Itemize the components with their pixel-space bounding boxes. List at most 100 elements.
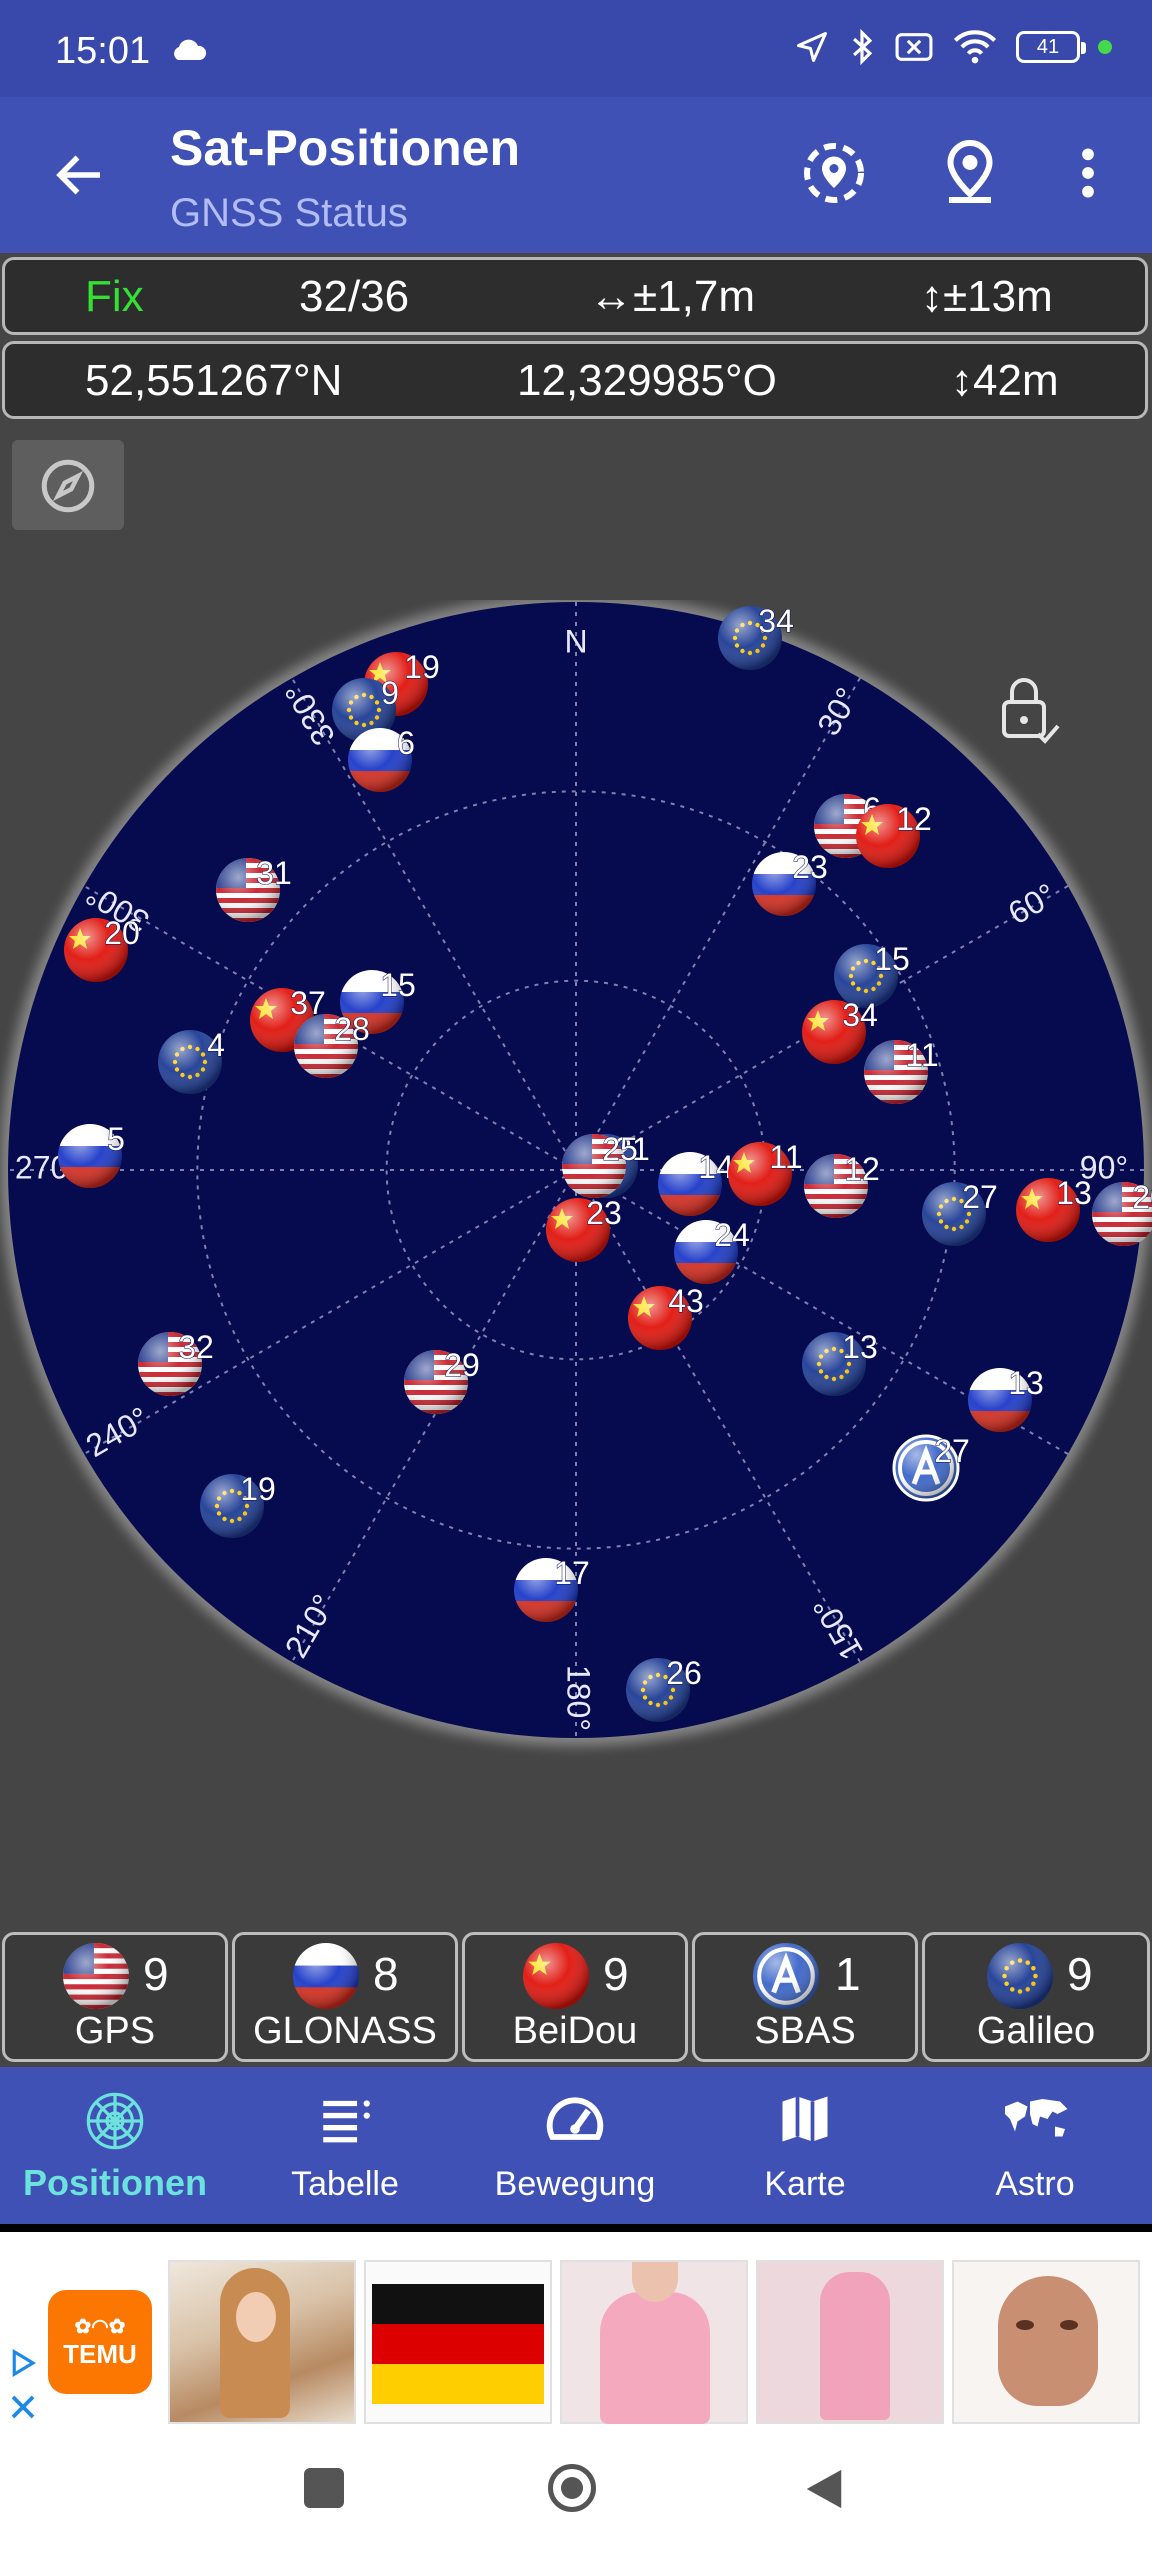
vertical-accuracy: ↕±13m [921, 272, 1053, 321]
nav-tabelle[interactable]: Tabelle [230, 2067, 460, 2224]
satellite-id: 34 [842, 997, 878, 1033]
horizontal-accuracy: ↔±1,7m [589, 272, 755, 321]
nav-label: Positionen [22, 2162, 207, 2203]
nav-positionen[interactable]: Positionen [0, 2067, 230, 2224]
russia-flag-icon [293, 1943, 359, 2009]
satellite-id: 6 [397, 725, 415, 761]
satellite-id: 13 [842, 1329, 878, 1365]
satellite-id: 28 [334, 1011, 370, 1047]
tally-sbas[interactable]: 1 SBAS [692, 1932, 918, 2062]
tally-count: 9 [143, 1948, 169, 2000]
sbas-icon [753, 1943, 819, 2009]
tally-name: GLONASS [253, 2010, 437, 2052]
tally-name: BeiDou [512, 2010, 638, 2052]
fix-status: Fix [85, 272, 144, 321]
satellite-id: 23 [792, 849, 828, 885]
ad-product-image[interactable] [560, 2260, 748, 2424]
satellite-id: 26 [666, 1655, 702, 1691]
nav-label: Karte [764, 2165, 846, 2203]
ad-product-image[interactable] [952, 2260, 1140, 2424]
world-map-icon [1005, 2099, 1068, 2137]
battery-level: 41 [1036, 35, 1060, 58]
satellite-id: 43 [668, 1283, 704, 1319]
gps-target-icon[interactable] [798, 137, 870, 209]
nav-label: Bewegung [494, 2165, 656, 2203]
more-options-icon[interactable] [1056, 137, 1120, 209]
tally-count: 9 [603, 1948, 629, 2000]
tally-glonass[interactable]: 8 GLONASS [232, 1932, 458, 2062]
longitude: 12,329985°O [517, 356, 777, 405]
satellite-id: 27 [934, 1433, 970, 1469]
eu-flag-icon [987, 1943, 1053, 2009]
no-sim-icon [895, 33, 933, 61]
satellite-id: 12 [896, 801, 932, 837]
satellite-id: 34 [758, 603, 794, 639]
compass-toggle-button[interactable] [12, 440, 124, 530]
bluetooth-icon [853, 28, 873, 66]
satellite-id: 19 [404, 649, 440, 685]
ad-banner[interactable]: ✿◠✿ TEMU [0, 2224, 1152, 2424]
satellite-id: 11 [769, 1139, 802, 1175]
satellite-id: 31 [256, 855, 292, 891]
ad-product-image[interactable] [756, 2260, 944, 2424]
system-navigation-bar [0, 2424, 1152, 2560]
status-time: 15:01 [55, 30, 151, 72]
satellite-id: 32 [178, 1329, 214, 1365]
home-button[interactable] [548, 2464, 596, 2512]
app-bar: Sat-Positionen GNSS Status [0, 97, 1152, 253]
list-icon [323, 2100, 370, 2143]
satellite-id: 13 [1056, 1175, 1092, 1211]
tally-beidou[interactable]: 9 BeiDou [462, 1932, 688, 2062]
satellite-id: 15 [874, 941, 910, 977]
satellite-id: 24 [714, 1217, 750, 1253]
satellite-id: 25 [602, 1131, 638, 1167]
ad-brand: TEMU [63, 2339, 137, 2369]
satellite-id: 23 [586, 1195, 622, 1231]
fix-info-row: Fix 32/36 ↔±1,7m ↕±13m [2, 257, 1148, 335]
nav-astro[interactable]: Astro [920, 2067, 1150, 2224]
status-bar: 15:01 41 [0, 0, 1152, 97]
sky-plot: N30°60°90°150°180°210°240°270°300°330° 3… [0, 600, 1152, 1746]
ad-product-image[interactable] [168, 2260, 356, 2424]
privacy-dot-icon [1098, 40, 1112, 54]
satellite-id: 20 [104, 915, 140, 951]
map-icon [782, 2096, 828, 2142]
tally-gps[interactable]: 9 GPS [2, 1932, 228, 2062]
back-arrow-icon[interactable] [50, 145, 110, 205]
tally-count: 8 [373, 1948, 399, 2000]
satellite-id: 17 [554, 1555, 590, 1591]
map-pin-icon[interactable] [934, 137, 1006, 209]
position-info-row: 52,551267°N 12,329985°O ↕42m [2, 341, 1148, 419]
satellite-id: 12 [844, 1151, 880, 1187]
back-button[interactable] [802, 2466, 846, 2512]
satellite-id: 27 [962, 1179, 998, 1215]
lock-rotation-icon[interactable] [1002, 678, 1060, 744]
recent-apps-button[interactable] [304, 2468, 344, 2508]
tally-name: SBAS [754, 2010, 856, 2052]
bottom-navigation: Positionen Tabelle Bewegung Karte Astro [0, 2067, 1152, 2224]
nav-bewegung[interactable]: Bewegung [460, 2067, 690, 2224]
satellite-id: 11 [905, 1037, 938, 1073]
tally-count: 1 [835, 1948, 861, 2000]
satellites-used: 32/36 [299, 272, 410, 321]
speedometer-icon [546, 2097, 604, 2140]
satellite-id: 14 [698, 1149, 734, 1185]
satellite-id: 15 [380, 967, 416, 1003]
page-title: Sat-Positionen [170, 120, 521, 176]
wifi-icon [953, 30, 997, 64]
latitude: 52,551267°N [85, 356, 343, 405]
satellite-id: 5 [107, 1121, 125, 1157]
azimuth-label: 180° [561, 1665, 597, 1731]
tally-galileo[interactable]: 9 Galileo [922, 1932, 1150, 2062]
adchoices-icon[interactable] [8, 2348, 38, 2378]
nav-karte[interactable]: Karte [690, 2067, 920, 2224]
radar-icon [86, 2092, 144, 2150]
temu-logo[interactable]: ✿◠✿ TEMU [48, 2290, 152, 2394]
tally-name: GPS [74, 2010, 156, 2052]
cloud-icon [174, 39, 207, 60]
ad-product-image[interactable] [364, 2260, 552, 2424]
page-subtitle: GNSS Status [170, 191, 408, 235]
battery-icon: 41 [1016, 31, 1086, 63]
close-ad-icon[interactable] [8, 2392, 38, 2422]
satellite-id: 29 [444, 1347, 480, 1383]
